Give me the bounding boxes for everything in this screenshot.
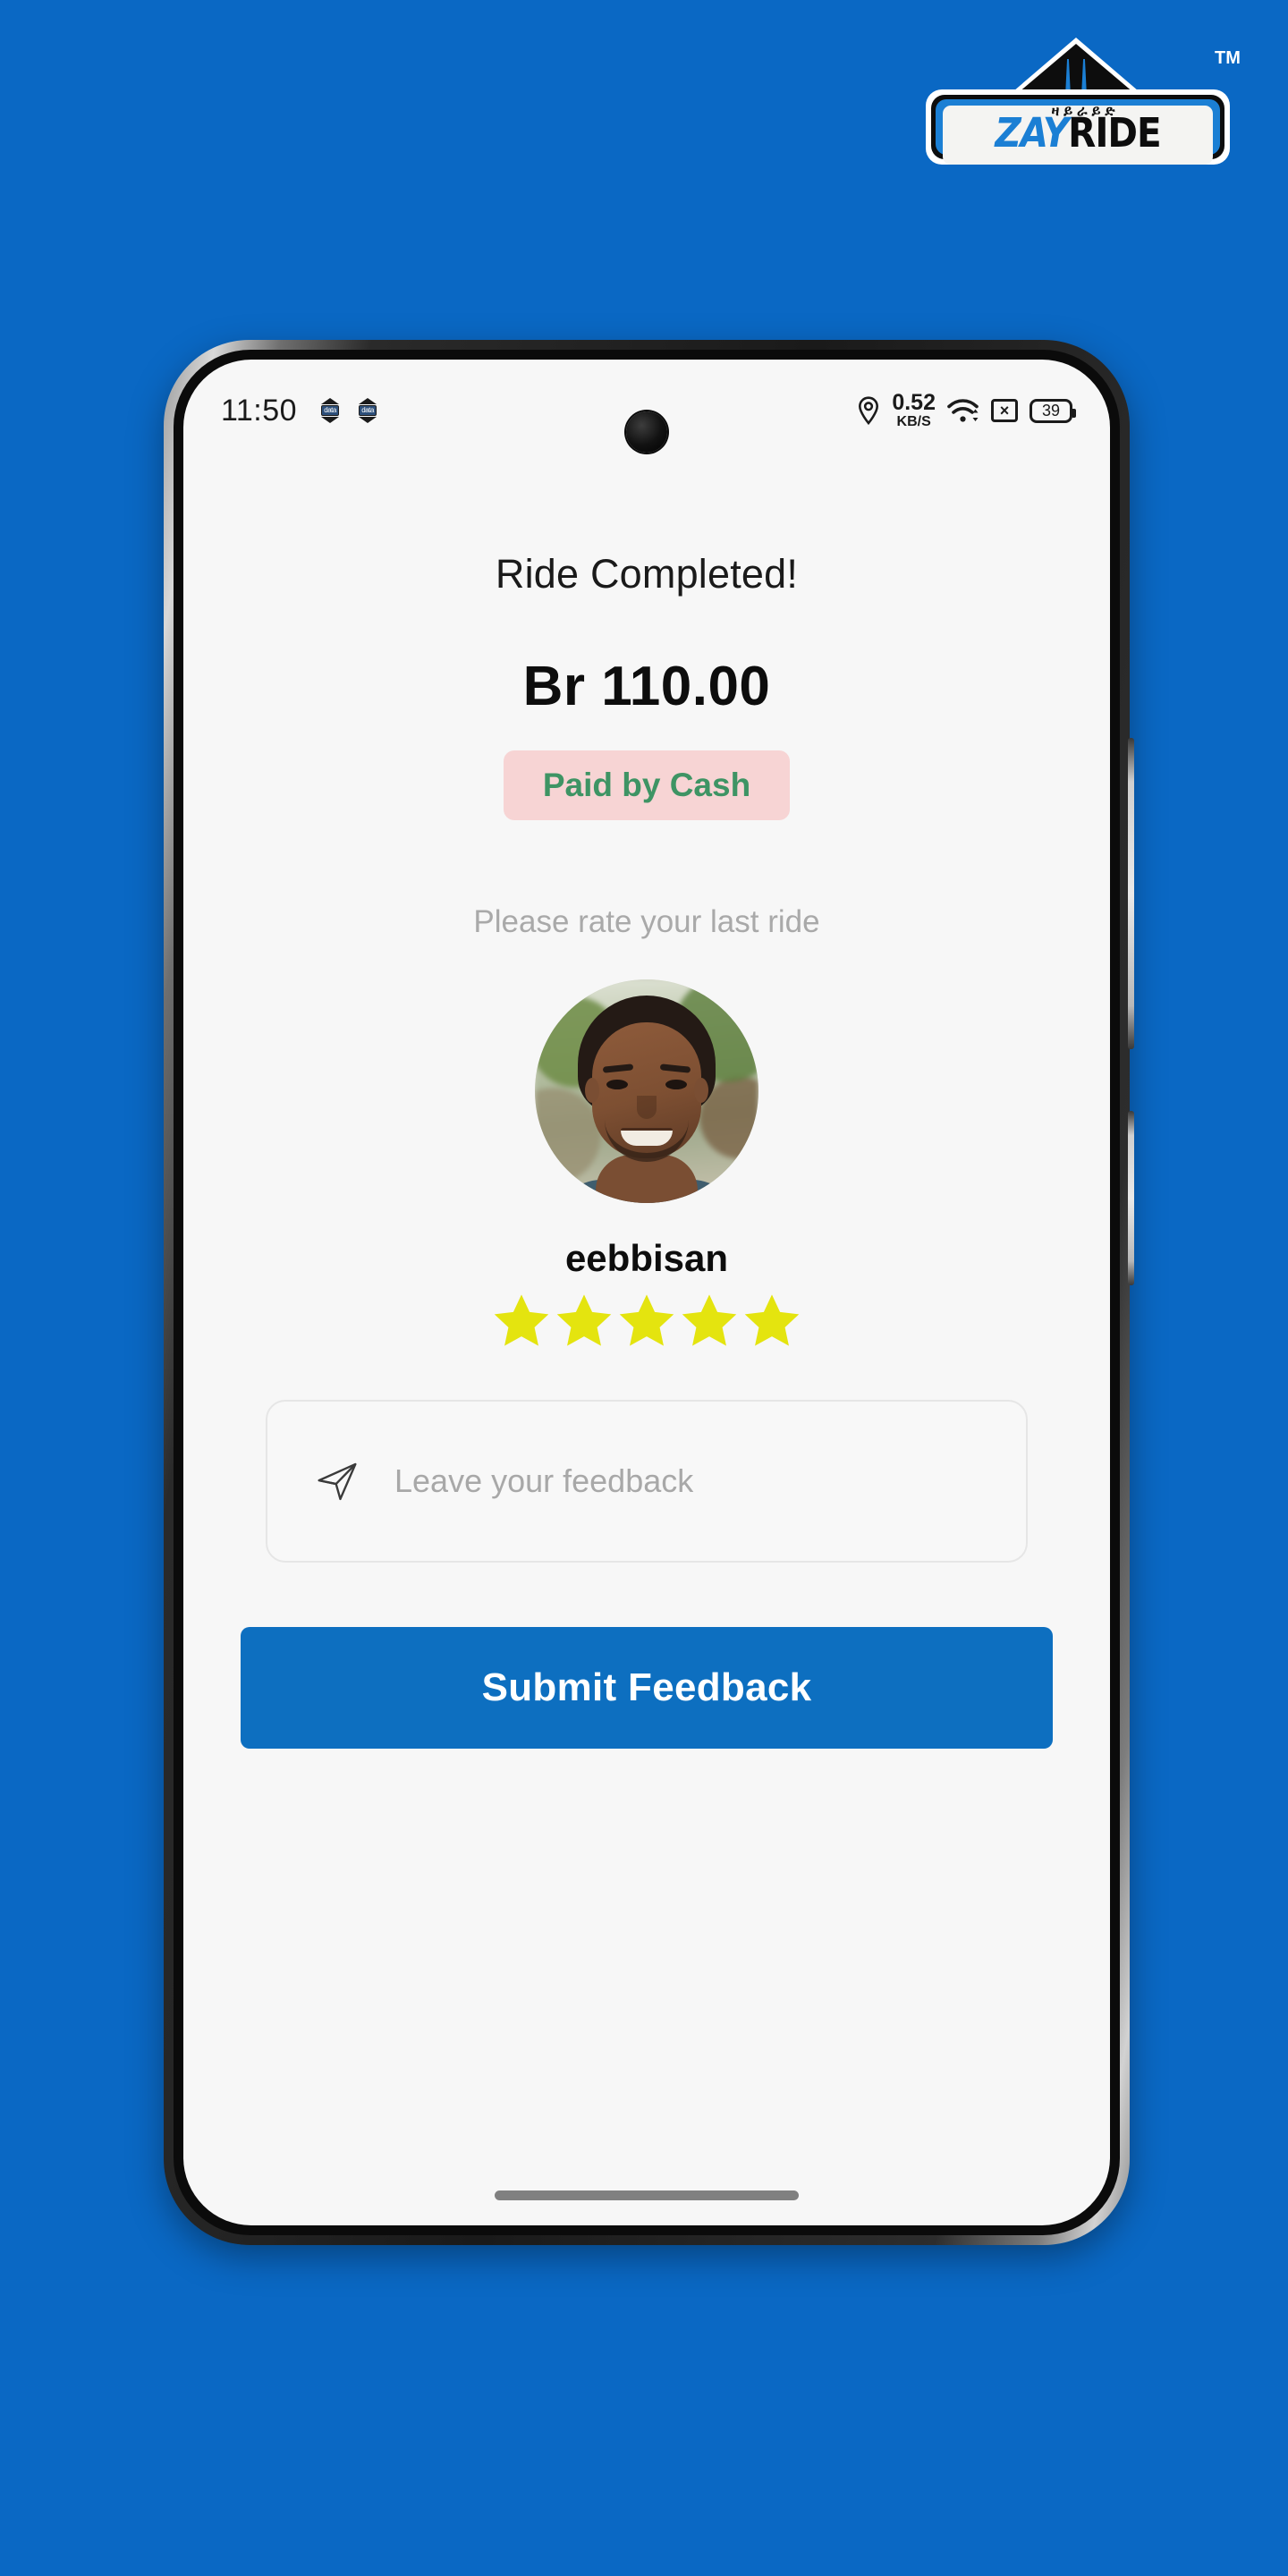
submit-feedback-button[interactable]: Submit Feedback [241, 1627, 1053, 1749]
feedback-field-wrap[interactable] [266, 1400, 1028, 1563]
mobile-data-badge-1: data [317, 398, 343, 423]
star-icon-3[interactable] [617, 1291, 676, 1350]
avatar-eye-left [606, 1080, 628, 1089]
volume-rocker-button[interactable] [1128, 738, 1134, 1049]
trademark-symbol: TM [1215, 48, 1241, 68]
avatar-ear-right [694, 1078, 708, 1103]
avatar-neck [596, 1155, 698, 1203]
logo-wordmark: ZAYRIDE [943, 113, 1213, 153]
home-indicator-bar[interactable] [495, 2190, 799, 2200]
battery-indicator: 39 [1030, 398, 1076, 423]
zayride-logo: ዛይራይድ ZAYRIDE TM [903, 36, 1252, 165]
logo-word-ride: RIDE [1068, 109, 1162, 157]
page-title: Ride Completed! [495, 551, 799, 597]
avatar-ear-left [585, 1078, 599, 1103]
logo-word-zay: ZAY [995, 109, 1069, 157]
avatar [535, 979, 758, 1203]
location-pin-icon [859, 396, 879, 425]
power-button[interactable] [1128, 1111, 1134, 1285]
wifi-icon [947, 399, 979, 422]
payment-status-row: Paid by Cash [183, 718, 1110, 820]
mobile-data-badge-2-label: data [359, 405, 377, 416]
rate-prompt-label: Please rate your last ride [473, 904, 820, 939]
star-icon-5[interactable] [742, 1291, 801, 1350]
phone-screen: 11:50 data data 0.52 KB/S × 39 Ride Comp… [183, 360, 1110, 2225]
star-icon-1[interactable] [492, 1291, 551, 1350]
avatar-smile [621, 1128, 673, 1146]
network-speed-value: 0.52 [892, 390, 936, 415]
network-speed-indicator: 0.52 KB/S [892, 392, 936, 429]
fare-amount: Br 110.00 [522, 656, 771, 717]
send-paper-plane-icon [318, 1462, 357, 1501]
rating-stars[interactable] [183, 1291, 1110, 1350]
status-bar-right-icons: 0.52 KB/S × 39 [857, 392, 1076, 429]
avatar-eye-right [665, 1080, 687, 1089]
feedback-input[interactable] [394, 1462, 967, 1500]
status-bar-clock: 11:50 [221, 393, 298, 428]
status-bar-left-icons: data data [317, 398, 381, 423]
mobile-data-badge-2: data [354, 398, 381, 423]
driver-name: eebbisan [564, 1237, 729, 1279]
driver-avatar-wrap [183, 979, 1110, 1203]
ride-summary-content: Ride Completed! Br 110.00 Paid by Cash P… [183, 438, 1110, 1749]
status-badge: Paid by Cash [503, 750, 791, 820]
star-icon-2[interactable] [555, 1291, 614, 1350]
battery-level-label: 39 [1041, 401, 1061, 419]
phone-device-frame: 11:50 data data 0.52 KB/S × 39 Ride Comp… [164, 340, 1134, 2245]
sim-card-disabled-icon: × [991, 399, 1018, 422]
network-speed-unit: KB/S [896, 414, 931, 429]
avatar-nose [637, 1096, 657, 1119]
mobile-data-badge-1-label: data [321, 405, 339, 416]
star-icon-4[interactable] [680, 1291, 739, 1350]
